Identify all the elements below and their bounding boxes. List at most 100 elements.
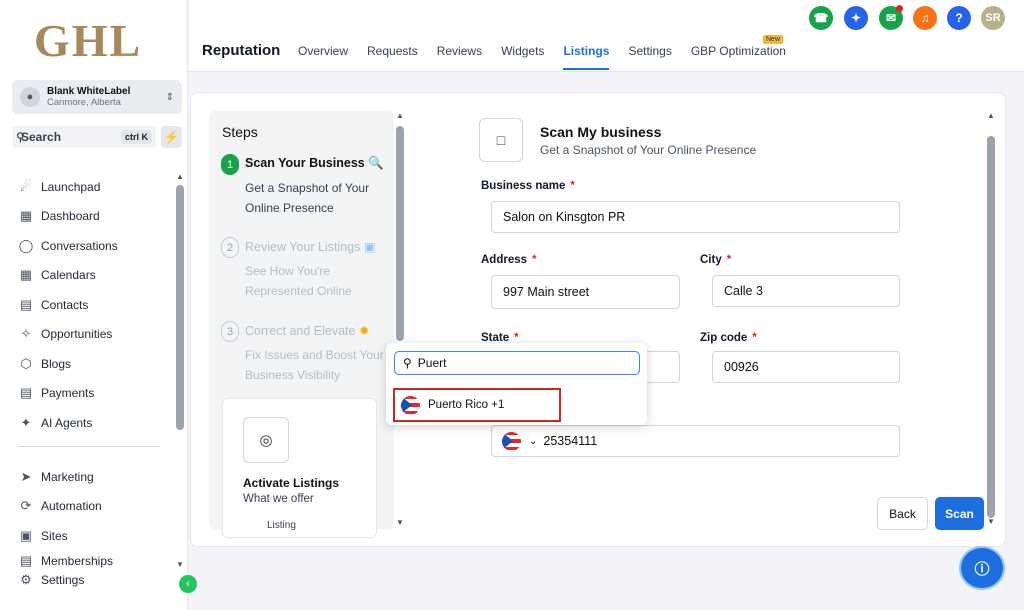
step-subtitle: Fix Issues and Boost Your Business Visib… <box>245 348 384 382</box>
form-scroll-up-icon[interactable]: ▲ <box>987 111 995 120</box>
step-subtitle: See How You're Represented Online <box>245 264 352 298</box>
scan-button[interactable]: Scan <box>935 497 984 530</box>
sidebar-item-marketing[interactable]: ➤ Marketing <box>18 462 168 492</box>
sidebar-item-calendars[interactable]: ▦ Calendars <box>18 261 168 291</box>
user-avatar[interactable]: SR <box>981 6 1005 30</box>
scan-frame-icon: □ <box>479 118 523 162</box>
tab-overview[interactable]: Overview <box>298 44 348 70</box>
phone-value: 25354111 <box>543 434 598 448</box>
help-icon[interactable]: ? <box>947 6 971 30</box>
collapse-sidebar-button[interactable]: ‹ <box>179 575 197 593</box>
sidebar-item-settings[interactable]: ⚙ Settings <box>18 571 168 589</box>
activate-listing-label: Listing <box>267 520 296 531</box>
sidebar-item-launchpad[interactable]: ☄ Launchpad <box>18 172 168 202</box>
sidebar-item-label: Conversations <box>41 238 118 253</box>
address-textarea[interactable]: 997 Main street <box>491 275 680 309</box>
sidebar-item-ai-agents[interactable]: ✦ AI Agents <box>18 408 168 438</box>
tab-widgets[interactable]: Widgets <box>501 44 544 70</box>
tab-settings[interactable]: Settings <box>628 44 671 70</box>
sidebar-scrollbar[interactable] <box>176 185 184 430</box>
business-name-input[interactable]: Salon on Kinsgton PR <box>491 201 900 233</box>
steps-scroll-up-icon[interactable]: ▲ <box>396 111 404 120</box>
tab-reviews[interactable]: Reviews <box>437 44 482 70</box>
quick-action-bolt-icon[interactable]: ⚡ <box>161 126 182 148</box>
activate-title: Activate Listings <box>243 476 340 490</box>
location-name: Blank WhiteLabel <box>47 86 131 97</box>
location-place: Canmore, Alberta <box>47 97 121 108</box>
activate-subtitle: What we offer <box>243 493 314 505</box>
sidebar-item-payments[interactable]: ▤ Payments <box>18 379 168 409</box>
activate-listings-card[interactable]: ◎ Activate Listings What we offer Listin… <box>222 398 377 538</box>
sidebar-search[interactable]: ⚲ Search ctrl K <box>12 126 156 148</box>
scroll-down-arrow-icon[interactable]: ▼ <box>176 560 184 569</box>
chevron-down-icon[interactable]: ⌄ <box>529 436 537 447</box>
zip-label: Zip code * <box>700 332 757 344</box>
step-title: Correct and Elevate ✹ <box>245 324 370 338</box>
sidebar-item-label: Launchpad <box>41 179 101 194</box>
new-badge: New <box>763 35 784 44</box>
sidebar-item-label: Contacts <box>41 297 89 312</box>
search-icon: ⚲ <box>403 356 412 370</box>
sidebar-item-conversations[interactable]: ◯ Conversations <box>18 231 168 261</box>
city-input[interactable]: Calle 3 <box>712 275 900 307</box>
dropdown-search-input[interactable]: ⚲ Puert <box>394 351 640 375</box>
magnifier-icon: 🔍 <box>368 156 384 170</box>
chevron-left-icon: ‹ <box>186 578 190 590</box>
address-label: Address * <box>481 254 537 266</box>
sidebar-item-label: Marketing <box>41 469 94 484</box>
phone-icon[interactable]: ☎ <box>809 6 833 30</box>
dropdown-option-puerto-rico[interactable]: Puerto Rico +1 <box>393 388 561 422</box>
step-subtitle: Get a Snapshot of Your Online Presence <box>245 181 370 215</box>
sidebar-item-dashboard[interactable]: ▦ Dashboard <box>18 202 168 232</box>
sidebar-item-memberships[interactable]: ▤ Memberships <box>18 551 168 571</box>
sidebar-nav-secondary: ➤ Marketing ⟳ Automation ▣ Sites ▤ Membershi… <box>18 462 168 589</box>
form-title: Scan My business <box>540 124 662 140</box>
form-scroll-down-icon[interactable]: ▼ <box>987 517 995 526</box>
chat-icon: ◯ <box>18 237 34 253</box>
dropdown-option-label: Puerto Rico +1 <box>428 399 505 411</box>
sidebar-item-label: Sites <box>41 528 68 543</box>
chevron-updown-icon: ⇕ <box>165 91 174 103</box>
form-subtitle: Get a Snapshot of Your Online Presence <box>540 143 757 157</box>
sidebar-item-label: Settings <box>41 572 85 587</box>
back-button[interactable]: Back <box>877 497 928 530</box>
sidebar-nav: ☄ Launchpad ▦ Dashboard ◯ Conversations ▦ Ca… <box>18 172 168 438</box>
form-scrollbar[interactable] <box>987 136 995 518</box>
page-title: Reputation <box>202 42 281 59</box>
grid-icon: ▦ <box>19 208 33 224</box>
sidebar-item-blogs[interactable]: ⬡ Blogs <box>18 349 168 379</box>
magic-wand-icon[interactable]: ✦ <box>844 6 868 30</box>
location-switcher[interactable]: ● Blank WhiteLabel Canmore, Alberta ⇕ <box>12 80 182 114</box>
city-label: City * <box>700 254 732 266</box>
contacts-icon: ▤ <box>19 296 33 312</box>
send-icon: ➤ <box>20 468 32 484</box>
scroll-up-arrow-icon[interactable]: ▲ <box>176 172 184 181</box>
steps-scroll-down-icon[interactable]: ▼ <box>396 518 404 527</box>
gear-icon: ⚙ <box>20 571 32 587</box>
steps-scrollbar[interactable] <box>396 126 404 341</box>
tab-listings[interactable]: Listings <box>563 44 610 70</box>
search-shortcut: ctrl K <box>120 130 152 144</box>
chat-widget-button[interactable]: ⓘ <box>961 548 1003 588</box>
location-avatar-icon: ● <box>20 87 40 107</box>
step-number: 3 <box>221 321 239 342</box>
zip-input[interactable]: 00926 <box>712 351 900 383</box>
sidebar-divider <box>18 446 160 447</box>
sidebar-item-label: AI Agents <box>41 415 93 430</box>
sidebar-item-contacts[interactable]: ▤ Contacts <box>18 290 168 320</box>
sidebar-item-automation[interactable]: ⟳ Automation <box>18 492 168 522</box>
chat-bubble-icon: ⓘ <box>974 560 990 578</box>
phone-input[interactable]: ⌄ 25354111 <box>491 425 900 457</box>
tab-requests[interactable]: Requests <box>367 44 418 70</box>
search-label: Search <box>21 130 62 144</box>
calendar-icon: ▦ <box>19 267 33 283</box>
rocket-icon: ☄ <box>20 178 32 194</box>
sidebar-item-opportunities[interactable]: ✧ Opportunities <box>18 320 168 350</box>
sidebar-item-label: Memberships <box>41 553 114 568</box>
bell-icon[interactable]: ♫ <box>913 6 937 30</box>
puerto-rico-flag-icon <box>502 431 521 451</box>
tab-gbp-optimization[interactable]: GBP Optimization <box>691 44 786 70</box>
steps-heading: Steps <box>222 124 258 140</box>
sidebar-item-sites[interactable]: ▣ Sites <box>18 521 168 551</box>
sidebar-item-label: Automation <box>41 499 102 514</box>
